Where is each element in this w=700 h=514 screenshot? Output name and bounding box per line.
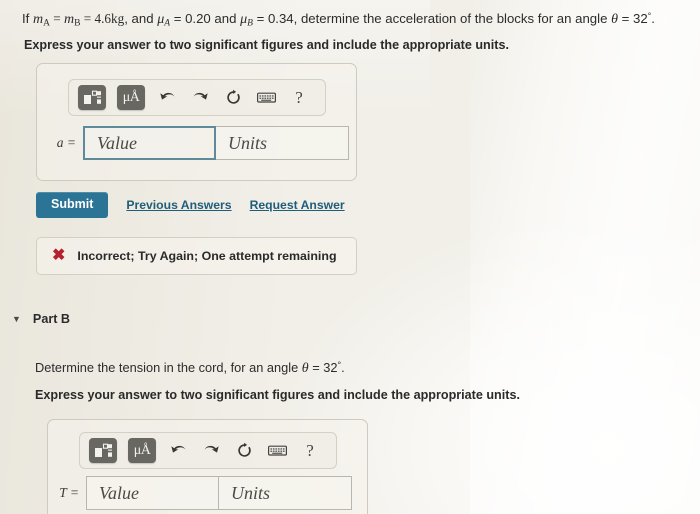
- part-a-units-input[interactable]: Units: [216, 126, 349, 160]
- undo-arrow-icon[interactable]: [156, 86, 178, 110]
- conjunction-1: , and: [124, 11, 158, 27]
- previous-answers-link[interactable]: Previous Answers: [126, 198, 231, 212]
- part-a-feedback-box: ✖ Incorrect; Try Again; One attempt rema…: [36, 237, 357, 275]
- glare-right-band: [470, 0, 700, 514]
- equals-2: =: [80, 11, 95, 27]
- statement-prefix: If: [22, 11, 33, 27]
- redo-arrow-icon[interactable]: [189, 86, 211, 110]
- part-b-title: Part B: [32, 312, 71, 326]
- part-a-answer-label: a =: [56, 135, 76, 150]
- part-b-header[interactable]: ▼ Part B: [12, 312, 70, 326]
- help-icon[interactable]: ?: [288, 86, 310, 110]
- units-glyph-label: μÅ: [122, 89, 140, 105]
- help-question-mark: ?: [295, 88, 303, 107]
- part-b-question-period: .: [341, 360, 345, 376]
- conjunction-2: and: [210, 11, 241, 27]
- mu-a-value: = 0.20: [170, 11, 211, 27]
- part-a-answer-panel: μÅ ? a = Value Units: [36, 63, 357, 181]
- mass-a-subscript: A: [43, 18, 50, 29]
- reset-circular-arrow-icon[interactable]: [233, 439, 255, 463]
- part-b-question: Determine the tension in the cord, for a…: [35, 360, 345, 377]
- mass-value: 4.6kg: [94, 11, 125, 27]
- keyboard-icon[interactable]: [266, 439, 288, 463]
- part-b-input-row: T = Value Units: [48, 476, 352, 510]
- theta-value: = 32: [617, 11, 648, 27]
- undo-arrow-icon[interactable]: [167, 439, 189, 463]
- keyboard-icon[interactable]: [255, 86, 277, 110]
- reset-circular-arrow-icon[interactable]: [222, 86, 244, 110]
- mu-b-value: = 0.34: [252, 11, 294, 27]
- theta-symbol: θ: [611, 12, 618, 28]
- part-b-theta-value: = 32: [308, 360, 338, 376]
- help-question-mark: ?: [306, 441, 314, 460]
- feedback-message: Incorrect; Try Again; One attempt remain…: [77, 249, 337, 263]
- redo-arrow-icon[interactable]: [200, 439, 222, 463]
- part-a-toolbar: μÅ ?: [68, 79, 326, 116]
- part-b-instruction: Express your answer to two significant f…: [35, 388, 520, 402]
- mass-a-symbol: m: [33, 12, 44, 28]
- part-a-input-row: a = Value Units: [45, 126, 349, 160]
- equals-1: =: [50, 11, 65, 27]
- mass-b-symbol: m: [64, 12, 75, 28]
- request-answer-link[interactable]: Request Answer: [250, 198, 345, 212]
- statement-tail: , determine the acceleration of the bloc…: [293, 11, 612, 27]
- units-micro-angstrom-icon[interactable]: μÅ: [117, 85, 145, 110]
- part-b-units-input[interactable]: Units: [219, 476, 352, 510]
- part-b-value-input[interactable]: Value: [86, 476, 219, 510]
- help-icon[interactable]: ?: [299, 439, 321, 463]
- part-b-question-prefix: Determine the tension in the cord, for a…: [35, 360, 302, 376]
- part-a-instruction: Express your answer to two significant f…: [24, 38, 509, 52]
- chevron-down-icon[interactable]: ▼: [12, 314, 21, 324]
- part-b-toolbar: μÅ ?: [79, 432, 337, 469]
- part-a-submit-row: Submit Previous Answers Request Answer: [36, 192, 345, 218]
- units-micro-angstrom-icon[interactable]: μÅ: [128, 438, 156, 463]
- math-template-icon[interactable]: [78, 85, 106, 110]
- part-b-answer-label: T =: [59, 485, 79, 500]
- units-glyph-label: μÅ: [133, 442, 151, 458]
- incorrect-x-icon: ✖: [52, 247, 66, 264]
- part-b-answer-panel: μÅ ? T = Value Units: [47, 419, 368, 514]
- part-a-value-input[interactable]: Value: [83, 126, 216, 160]
- submit-button[interactable]: Submit: [36, 192, 109, 218]
- problem-statement: If mA = mB = 4.6kg, and μA = 0.20 and μB…: [22, 8, 692, 33]
- part-b-theta-symbol: θ: [301, 361, 309, 377]
- math-template-icon[interactable]: [89, 438, 117, 463]
- statement-period: .: [651, 11, 655, 27]
